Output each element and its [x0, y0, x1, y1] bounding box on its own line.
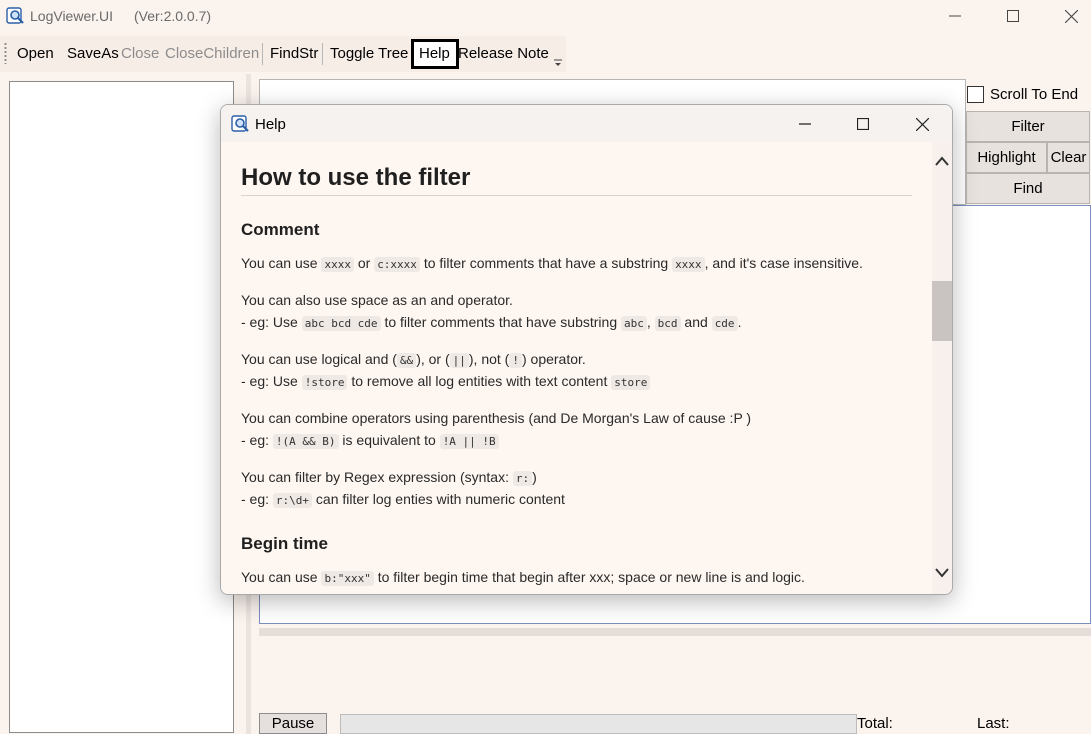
help-scrollbar-thumb[interactable]: [932, 281, 952, 341]
help-vertical-scrollbar[interactable]: [932, 142, 952, 594]
horizontal-scrollbar[interactable]: [259, 628, 1091, 636]
highlight-button[interactable]: Highlight: [966, 142, 1047, 173]
scroll-to-end-checkbox[interactable]: [967, 86, 984, 103]
find-str-button[interactable]: FindStr: [270, 44, 318, 64]
help-heading: How to use the filter: [241, 164, 471, 191]
section-begin-time-heading: Begin time: [241, 534, 328, 553]
close-icon: [915, 117, 929, 131]
app-version: (Ver:2.0.0.7): [134, 8, 212, 24]
total-label: Total:: [857, 715, 893, 732]
help-paragraph: You can combine operators using parenthe…: [241, 410, 752, 426]
help-dialog-title: Help: [255, 116, 286, 133]
heading-divider: [241, 195, 912, 196]
close-file-button[interactable]: Close: [121, 44, 159, 64]
help-close-button[interactable]: [902, 109, 942, 139]
release-note-button[interactable]: Release Note: [458, 44, 549, 64]
help-button[interactable]: Help: [419, 44, 450, 64]
minimize-button[interactable]: [932, 0, 978, 32]
find-button[interactable]: Find: [966, 173, 1090, 204]
maximize-icon: [1007, 10, 1019, 22]
last-label: Last:: [977, 715, 1010, 732]
help-example: - eg: Use !store to remove all log entit…: [241, 373, 651, 390]
help-paragraph: You can filter by Regex expression (synt…: [241, 469, 537, 486]
maximize-icon: [857, 118, 869, 130]
help-maximize-button[interactable]: [843, 109, 883, 139]
maximize-button[interactable]: [990, 0, 1036, 32]
help-paragraph: You can use b:"xxx" to filter begin time…: [241, 569, 805, 586]
help-example: - eg: Use abc bcd cde to filter comments…: [241, 314, 742, 331]
section-comment-heading: Comment: [241, 220, 320, 239]
toolbar-separator: [262, 43, 263, 65]
close-children-button[interactable]: CloseChildren: [165, 44, 259, 64]
help-example: - eg: r:\d+ can filter log enties with n…: [241, 491, 565, 508]
app-magnifier-icon: [6, 7, 24, 24]
clear-button[interactable]: Clear: [1047, 142, 1090, 173]
progress-bar: [340, 714, 857, 734]
help-paragraph: You can use xxxx or c:xxxx to filter com…: [241, 255, 863, 272]
toolbar-overflow-icon[interactable]: [553, 58, 563, 68]
help-paragraph: You can use logical and (&&), or (||), n…: [241, 351, 586, 368]
help-minimize-button[interactable]: [785, 109, 825, 139]
help-dialog: Help How to use the filter Comment You c…: [220, 104, 953, 595]
minimize-icon: [799, 123, 811, 125]
scroll-to-end-label: Scroll To End: [990, 86, 1079, 103]
open-button[interactable]: Open: [17, 44, 54, 64]
minimize-icon: [949, 15, 961, 17]
app-title: LogViewer.UI: [30, 8, 114, 24]
toolbar-separator: [322, 43, 323, 65]
close-button[interactable]: [1048, 0, 1091, 32]
close-icon: [1064, 9, 1078, 23]
chevron-up-icon[interactable]: [935, 156, 949, 166]
file-tree-pane[interactable]: [9, 81, 234, 733]
toolbar-grip[interactable]: [4, 42, 7, 64]
pause-button[interactable]: Pause: [259, 713, 327, 734]
help-dialog-magnifier-icon: [231, 115, 249, 132]
help-content: How to use the filter Comment You can us…: [221, 142, 932, 594]
save-as-button[interactable]: SaveAs: [67, 44, 119, 64]
help-example: - eg: !(A && B) is equivalent to !A || !…: [241, 432, 499, 449]
help-paragraph: You can also use space as an and operato…: [241, 292, 513, 308]
chevron-down-icon[interactable]: [935, 568, 949, 578]
filter-button[interactable]: Filter: [966, 111, 1090, 142]
toggle-tree-button[interactable]: Toggle Tree: [330, 44, 408, 64]
